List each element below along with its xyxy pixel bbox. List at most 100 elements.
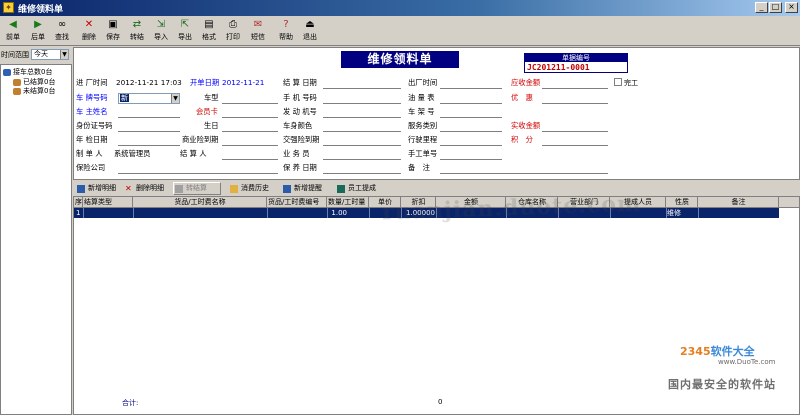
- fuel-field[interactable]: [440, 103, 502, 104]
- format-button[interactable]: ▤ 格式: [198, 18, 220, 44]
- slogan-watermark: 国内最安全的软件站: [668, 378, 776, 391]
- add-list-icon: [77, 185, 85, 193]
- owner-label: 车 主姓名: [76, 107, 108, 116]
- doc-number-value: JC201211-0001: [527, 63, 590, 72]
- delete-button[interactable]: ✕ 删除: [78, 18, 100, 44]
- received-label: 实收金额: [511, 121, 541, 130]
- import-button[interactable]: ⇲ 导入: [150, 18, 172, 44]
- title-bar: ✦ 维修领料单 _ □ ×: [0, 0, 800, 16]
- delete-x-icon: ✕: [125, 184, 132, 193]
- car-type-field[interactable]: [222, 103, 278, 104]
- next-arrow-icon: ▶: [34, 19, 42, 30]
- reminder-icon: [283, 185, 291, 193]
- salesman-label: 业 务 员: [283, 149, 310, 158]
- app-icon: ✦: [3, 2, 14, 13]
- settle-button[interactable]: 转结算: [173, 182, 221, 195]
- commercial-insurance-field[interactable]: [222, 145, 278, 146]
- close-button[interactable]: ×: [785, 2, 798, 13]
- done-label: 完工: [624, 79, 638, 87]
- prev-record-button[interactable]: ◀ 前单: [2, 18, 24, 44]
- sms-button[interactable]: ✉ 短信: [247, 18, 269, 44]
- chevron-down-icon: ▼: [171, 94, 179, 103]
- minimize-button[interactable]: _: [755, 2, 768, 13]
- add-detail-button[interactable]: 新增明细: [75, 182, 117, 195]
- fuel-label: 油 量 表: [408, 93, 435, 102]
- exit-time-field[interactable]: [440, 88, 502, 89]
- col-seq[interactable]: 序: [74, 197, 83, 208]
- export-icon: ⇱: [180, 19, 190, 30]
- vin-label: 车 架 号: [408, 107, 435, 116]
- col-item-name[interactable]: 货品/工时费名称: [133, 197, 267, 208]
- settle-icon: [175, 185, 183, 193]
- commission-button[interactable]: 员工提成: [335, 182, 377, 195]
- history-button[interactable]: 消费历史: [228, 182, 270, 195]
- birthday-field[interactable]: [222, 131, 278, 132]
- service-type-field[interactable]: [440, 131, 502, 132]
- open-date-field[interactable]: 2012-11-21: [222, 78, 264, 87]
- done-checkbox[interactable]: [614, 78, 622, 86]
- creator-field[interactable]: 系统管理员: [114, 149, 150, 159]
- received-field[interactable]: [542, 131, 608, 132]
- receivable-field[interactable]: [542, 88, 608, 89]
- vin-field[interactable]: [440, 117, 502, 118]
- member-card-field[interactable]: [222, 117, 278, 118]
- cell-divider: [698, 208, 699, 218]
- transfer-icon: ⇄: [132, 19, 142, 30]
- floppy-icon: ▣: [108, 19, 118, 30]
- tree-item-unsettled[interactable]: 未结算0台: [13, 86, 55, 96]
- remark-field[interactable]: [440, 173, 608, 174]
- col-item-code[interactable]: 货品/工时费编号: [267, 197, 327, 208]
- format-icon: ▤: [204, 19, 214, 30]
- settle-date-field[interactable]: [323, 88, 401, 89]
- col-remark[interactable]: 备注: [698, 197, 779, 208]
- maint-date-field[interactable]: [323, 173, 401, 174]
- help-button[interactable]: ? 帮助: [275, 18, 297, 44]
- export-button[interactable]: ⇱ 导出: [174, 18, 196, 44]
- printer-icon: ⎙: [229, 19, 237, 30]
- maint-date-label: 保 养 日期: [283, 163, 317, 172]
- print-button[interactable]: ⎙ 打印: [222, 18, 244, 44]
- col-quantity[interactable]: 数量/工时量: [327, 197, 369, 208]
- time-range-row: 时间范围 今天 ▼: [0, 49, 72, 61]
- inspection-field[interactable]: [118, 145, 180, 146]
- owner-field[interactable]: [118, 117, 180, 118]
- delete-detail-button[interactable]: ✕ 删除明细: [123, 182, 165, 195]
- tree-root[interactable]: 接车总数0台: [3, 67, 52, 77]
- save-button[interactable]: ▣ 保存: [102, 18, 124, 44]
- member-card-label: 会员卡: [196, 107, 218, 116]
- cell-divider: [133, 208, 134, 218]
- car-icon: [3, 68, 11, 76]
- insurer-field[interactable]: [118, 173, 278, 174]
- salesman-field[interactable]: [323, 159, 401, 160]
- next-record-button[interactable]: ▶ 后单: [27, 18, 49, 44]
- id-field[interactable]: [118, 131, 180, 132]
- points-field[interactable]: [542, 145, 608, 146]
- mileage-field[interactable]: [440, 145, 502, 146]
- col-settle-type[interactable]: 结算类型: [83, 197, 133, 208]
- add-reminder-button[interactable]: 新增提醒: [281, 182, 323, 195]
- brand-watermark: 2345软件大全: [680, 345, 755, 358]
- settler-field[interactable]: [222, 159, 278, 160]
- phone-field[interactable]: [323, 103, 401, 104]
- compulsory-insurance-field[interactable]: [323, 145, 401, 146]
- col-nature[interactable]: 性质: [666, 197, 698, 208]
- car-type-label: 车型: [204, 93, 219, 102]
- time-range-select[interactable]: 今天 ▼: [31, 49, 69, 60]
- insurer-label: 保险公司: [76, 163, 106, 172]
- service-type-label: 服务类别: [408, 121, 438, 130]
- doc-number-label: 单据编号: [525, 54, 627, 62]
- transfer-button[interactable]: ⇄ 转结: [126, 18, 148, 44]
- commercial-insurance-label: 商业险到期: [182, 135, 219, 144]
- find-button[interactable]: ∞ 查找: [51, 18, 73, 44]
- entry-time-field[interactable]: 2012-11-21 17:03: [116, 78, 182, 87]
- car-icon: [13, 87, 21, 95]
- color-field[interactable]: [323, 131, 401, 132]
- plate-select[interactable]: 新 ▼: [118, 93, 180, 104]
- manual-no-field[interactable]: [440, 159, 502, 160]
- binoculars-icon: ∞: [57, 19, 67, 30]
- exit-button[interactable]: ⏏ 退出: [299, 18, 321, 44]
- plate-label: 车 牌号码: [76, 93, 108, 102]
- engine-field[interactable]: [323, 117, 401, 118]
- discount-field[interactable]: [542, 103, 608, 104]
- maximize-button[interactable]: □: [769, 2, 782, 13]
